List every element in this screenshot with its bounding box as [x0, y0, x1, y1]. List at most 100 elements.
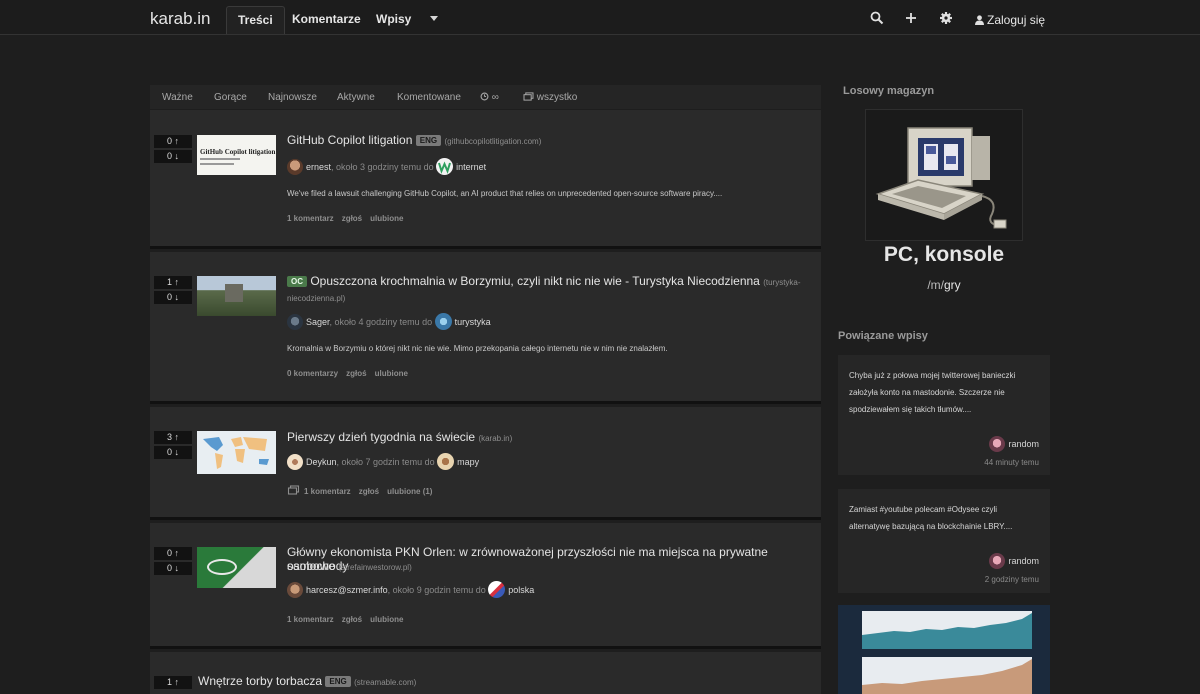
- post-author[interactable]: ernest: [306, 162, 331, 172]
- downvote-button[interactable]: 0 ↓: [154, 446, 192, 459]
- favorite-link[interactable]: ulubione: [375, 369, 408, 378]
- more-dropdown-icon[interactable]: [430, 16, 438, 21]
- post-excerpt: Kromalnia w Borzymiu o której nikt nic n…: [287, 344, 668, 353]
- post-magazine[interactable]: turystyka: [455, 317, 491, 327]
- related-entry-author[interactable]: random: [989, 436, 1039, 452]
- report-link[interactable]: zgłoś: [342, 214, 362, 223]
- post-author[interactable]: Deykun: [306, 457, 337, 467]
- post-title[interactable]: OC Opuszczona krochmalnia w Borzymiu, cz…: [287, 274, 801, 288]
- sort-content-type[interactable]: wszystko: [523, 92, 577, 103]
- sort-gorace[interactable]: Gorące: [214, 92, 247, 103]
- post-magazine[interactable]: internet: [456, 162, 486, 172]
- sort-content-type-label: wszystko: [536, 92, 578, 103]
- post-title[interactable]: Wnętrze torby torbacza ENG (streamable.c…: [198, 674, 416, 688]
- related-entry[interactable]: Zamiast #youtube polecam #Odysee czyli a…: [838, 489, 1050, 593]
- related-entry-author[interactable]: random: [989, 553, 1039, 569]
- top-navbar: karab.in Treści Komentarze Wpisy Zaloguj…: [0, 0, 1200, 35]
- post-time: , około 4 godziny temu do: [329, 317, 435, 327]
- tab-wpisy[interactable]: Wpisy: [365, 6, 422, 34]
- comments-link[interactable]: 1 komentarz: [304, 487, 351, 496]
- related-entry-image[interactable]: [838, 605, 1050, 694]
- upvote-button[interactable]: 1 ↑: [154, 276, 192, 289]
- post-domain-continued[interactable]: niecodzienna.pl): [287, 294, 345, 303]
- post-magazine[interactable]: polska: [508, 585, 534, 595]
- search-icon[interactable]: [870, 11, 884, 25]
- post-meta: Deykun, około 7 godzin temu do mapy: [287, 453, 479, 470]
- related-entry-text: Zamiast #youtube polecam #Odysee czyli a…: [849, 505, 1013, 531]
- comments-link[interactable]: 1 komentarz: [287, 214, 334, 223]
- add-icon[interactable]: [904, 11, 918, 25]
- post-thumbnail[interactable]: [197, 276, 276, 316]
- avatar[interactable]: [287, 314, 303, 330]
- related-entry-time: 44 minuty temu: [984, 458, 1039, 467]
- post-title-continued: niecodzienna.pl): [287, 290, 345, 304]
- post-actions: 1 komentarz zgłoś ulubione (1): [287, 485, 440, 496]
- upvote-button[interactable]: 3 ↑: [154, 431, 192, 444]
- post-card: 1 ↑ Wnętrze torby torbacza ENG (streamab…: [150, 652, 821, 694]
- site-logo[interactable]: karab.in: [150, 9, 210, 29]
- favorite-link[interactable]: ulubione: [370, 214, 403, 223]
- post-author[interactable]: harcesz@szmer.info: [306, 585, 388, 595]
- post-title-text: GitHub Copilot litigation: [287, 133, 413, 147]
- post-title-text: Pierwszy dzień tygodnia na świecie: [287, 430, 476, 444]
- post-magazine[interactable]: mapy: [457, 457, 479, 467]
- post-title-text: Wnętrze torby torbacza: [198, 674, 323, 688]
- post-actions: 1 komentarz zgłoś ulubione: [287, 214, 411, 223]
- avatar[interactable]: [287, 159, 303, 175]
- magazine-image[interactable]: [865, 109, 1023, 241]
- report-link[interactable]: zgłoś: [346, 369, 366, 378]
- favorite-link[interactable]: ulubione (1): [387, 487, 432, 496]
- upvote-button[interactable]: 1 ↑: [154, 676, 192, 689]
- post-domain[interactable]: (strefainwestorow.pl): [338, 563, 411, 572]
- avatar[interactable]: [287, 454, 303, 470]
- favorite-link[interactable]: ulubione: [370, 615, 403, 624]
- thumbnail-line: [200, 158, 240, 160]
- login-link[interactable]: Zaloguj się: [975, 13, 1045, 27]
- oc-tag: OC: [287, 276, 307, 287]
- comments-link[interactable]: 0 komentarzy: [287, 369, 338, 378]
- post-card: 1 ↑ 0 ↓ OC Opuszczona krochmalnia w Borz…: [150, 252, 821, 404]
- magazine-icon[interactable]: [434, 313, 452, 330]
- post-domain[interactable]: (streamable.com): [354, 678, 416, 687]
- magazine-icon[interactable]: [436, 158, 454, 175]
- report-link[interactable]: zgłoś: [342, 615, 362, 624]
- sort-wazne[interactable]: Ważne: [162, 92, 193, 103]
- thumbnail-building: [225, 284, 243, 302]
- post-title-continued[interactable]: osobowe (strefainwestorow.pl): [287, 559, 412, 573]
- sort-aktywne[interactable]: Aktywne: [337, 92, 375, 103]
- magazine-slug[interactable]: /m/gry: [838, 278, 1050, 292]
- comments-link[interactable]: 1 komentarz: [287, 615, 334, 624]
- sort-time-range[interactable]: ∞: [480, 92, 499, 103]
- w-logo-icon: [438, 161, 452, 174]
- post-domain[interactable]: (karab.in): [478, 434, 512, 443]
- stack-icon: [523, 92, 534, 101]
- magazine-icon[interactable]: [437, 453, 455, 470]
- downvote-button[interactable]: 0 ↓: [154, 150, 192, 163]
- magazine-name[interactable]: PC, konsole: [838, 243, 1050, 267]
- sort-time-range-label: ∞: [491, 92, 499, 103]
- post-title[interactable]: GitHub Copilot litigation ENG (githubcop…: [287, 133, 541, 147]
- post-meta: ernest, około 3 godziny temu do internet: [287, 158, 486, 175]
- post-title[interactable]: Pierwszy dzień tygodnia na świecie (kara…: [287, 430, 512, 444]
- downvote-button[interactable]: 0 ↓: [154, 562, 192, 575]
- upvote-button[interactable]: 0 ↑: [154, 135, 192, 148]
- post-domain[interactable]: (turystyka-: [763, 278, 800, 287]
- tab-tresci[interactable]: Treści: [226, 6, 285, 34]
- avatar[interactable]: [287, 582, 303, 598]
- post-thumbnail[interactable]: GitHub Copilot litigation: [197, 135, 276, 175]
- downvote-button[interactable]: 0 ↓: [154, 291, 192, 304]
- random-magazine-heading: Losowy magazyn: [843, 85, 935, 97]
- post-author[interactable]: Sager: [306, 317, 330, 327]
- post-card: 0 ↑ 0 ↓ GitHub Copilot litigation GitHub…: [150, 110, 821, 249]
- magazine-icon[interactable]: [488, 581, 506, 598]
- related-entry[interactable]: Chyba już z połowa mojej twitterowej ban…: [838, 355, 1050, 475]
- sort-najnowsze[interactable]: Najnowsze: [268, 92, 317, 103]
- sort-komentowane[interactable]: Komentowane: [397, 92, 461, 103]
- upvote-button[interactable]: 0 ↑: [154, 547, 192, 560]
- post-thumbnail[interactable]: [197, 547, 276, 588]
- gear-icon[interactable]: [939, 11, 953, 25]
- post-thumbnail[interactable]: [197, 431, 276, 474]
- report-link[interactable]: zgłoś: [359, 487, 379, 496]
- tab-komentarze[interactable]: Komentarze: [281, 6, 372, 34]
- post-domain[interactable]: (githubcopilotlitigation.com): [444, 137, 541, 146]
